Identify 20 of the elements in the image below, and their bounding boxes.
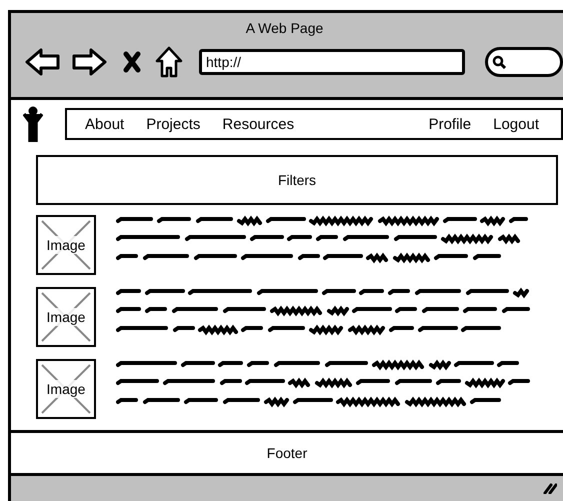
forward-arrow-icon[interactable]	[71, 47, 107, 77]
window-title: A Web Page	[246, 20, 324, 36]
nav-link[interactable]: Logout	[493, 116, 539, 132]
stop-icon[interactable]	[123, 51, 141, 73]
footer-label: Footer	[266, 445, 308, 461]
search-icon	[492, 55, 506, 69]
image-label: Image	[46, 236, 86, 254]
person-logo-icon	[23, 106, 43, 142]
nav-link[interactable]: Profile	[428, 116, 472, 132]
home-icon[interactable]	[155, 46, 183, 78]
filters-label: Filters	[278, 172, 316, 188]
back-arrow-icon[interactable]	[25, 47, 61, 77]
address-field[interactable]: http://	[199, 49, 465, 75]
nav-link[interactable]: Projects	[146, 116, 200, 132]
image-label: Image	[46, 380, 86, 398]
search-field[interactable]	[485, 47, 563, 77]
nav-link[interactable]: About	[85, 116, 124, 132]
nav-link[interactable]: Resources	[222, 116, 294, 132]
image-label: Image	[46, 308, 86, 326]
resize-grip-icon[interactable]	[543, 482, 557, 494]
